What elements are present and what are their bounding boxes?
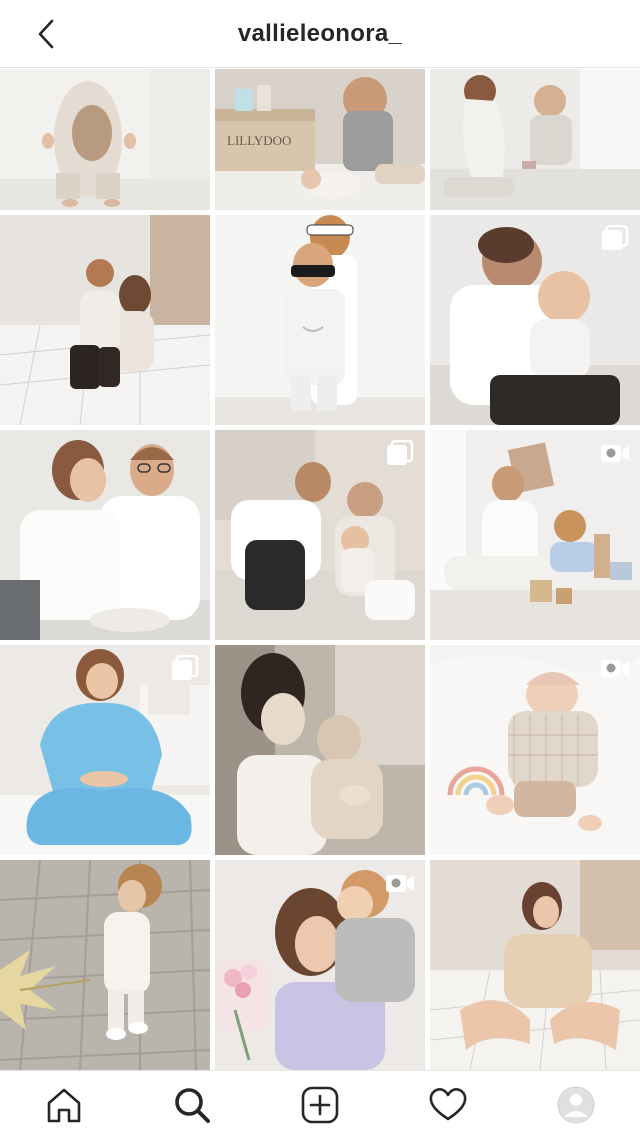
post-tile-5[interactable] (215, 215, 425, 425)
video-badge-icon (601, 445, 629, 462)
nav-home-button[interactable] (32, 1073, 96, 1137)
post-tile-8[interactable] (215, 430, 425, 640)
add-post-icon (301, 1086, 339, 1123)
nav-activity-button[interactable] (416, 1073, 480, 1137)
video-badge-icon (601, 660, 629, 677)
post-tile-1[interactable] (0, 69, 210, 210)
bottom-navigation (0, 1070, 640, 1138)
search-icon (175, 1087, 210, 1123)
post-photo (215, 645, 425, 855)
post-tile-3[interactable] (430, 69, 640, 210)
post-photo (430, 69, 640, 210)
post-photo (0, 69, 210, 210)
nav-profile-button[interactable] (544, 1073, 608, 1137)
post-tile-9[interactable] (430, 430, 640, 640)
post-photo (430, 860, 640, 1070)
nav-search-button[interactable] (160, 1073, 224, 1137)
post-tile-4[interactable] (0, 215, 210, 425)
profile-avatar (557, 1086, 595, 1123)
nav-add-post-button[interactable] (288, 1073, 352, 1137)
post-tile-11[interactable] (215, 645, 425, 855)
post-tile-15[interactable] (430, 860, 640, 1070)
post-tile-12[interactable] (430, 645, 640, 855)
header-bar: vallieleonora_ (0, 0, 640, 68)
heart-icon (429, 1087, 467, 1120)
post-grid: LILLYDOO (0, 69, 640, 1070)
profile-username: vallieleonora_ (237, 20, 403, 47)
post-photo (0, 430, 210, 640)
post-tile-2[interactable]: LILLYDOO (215, 69, 425, 210)
post-photo: LILLYDOO (215, 69, 425, 210)
post-tile-13[interactable] (0, 860, 210, 1070)
post-tile-10[interactable] (0, 645, 210, 855)
carousel-badge-icon (602, 225, 629, 250)
post-photo (0, 215, 210, 425)
carousel-badge-icon (387, 440, 414, 465)
lillydoo-box-text: LILLYDOO (227, 133, 291, 148)
carousel-badge-icon (172, 655, 199, 680)
post-tile-7[interactable] (0, 430, 210, 640)
home-icon (47, 1088, 81, 1122)
post-tile-14[interactable] (215, 860, 425, 1070)
video-badge-icon (386, 875, 414, 892)
post-tile-6[interactable] (430, 215, 640, 425)
post-photo (215, 215, 425, 425)
post-photo (0, 860, 210, 1070)
